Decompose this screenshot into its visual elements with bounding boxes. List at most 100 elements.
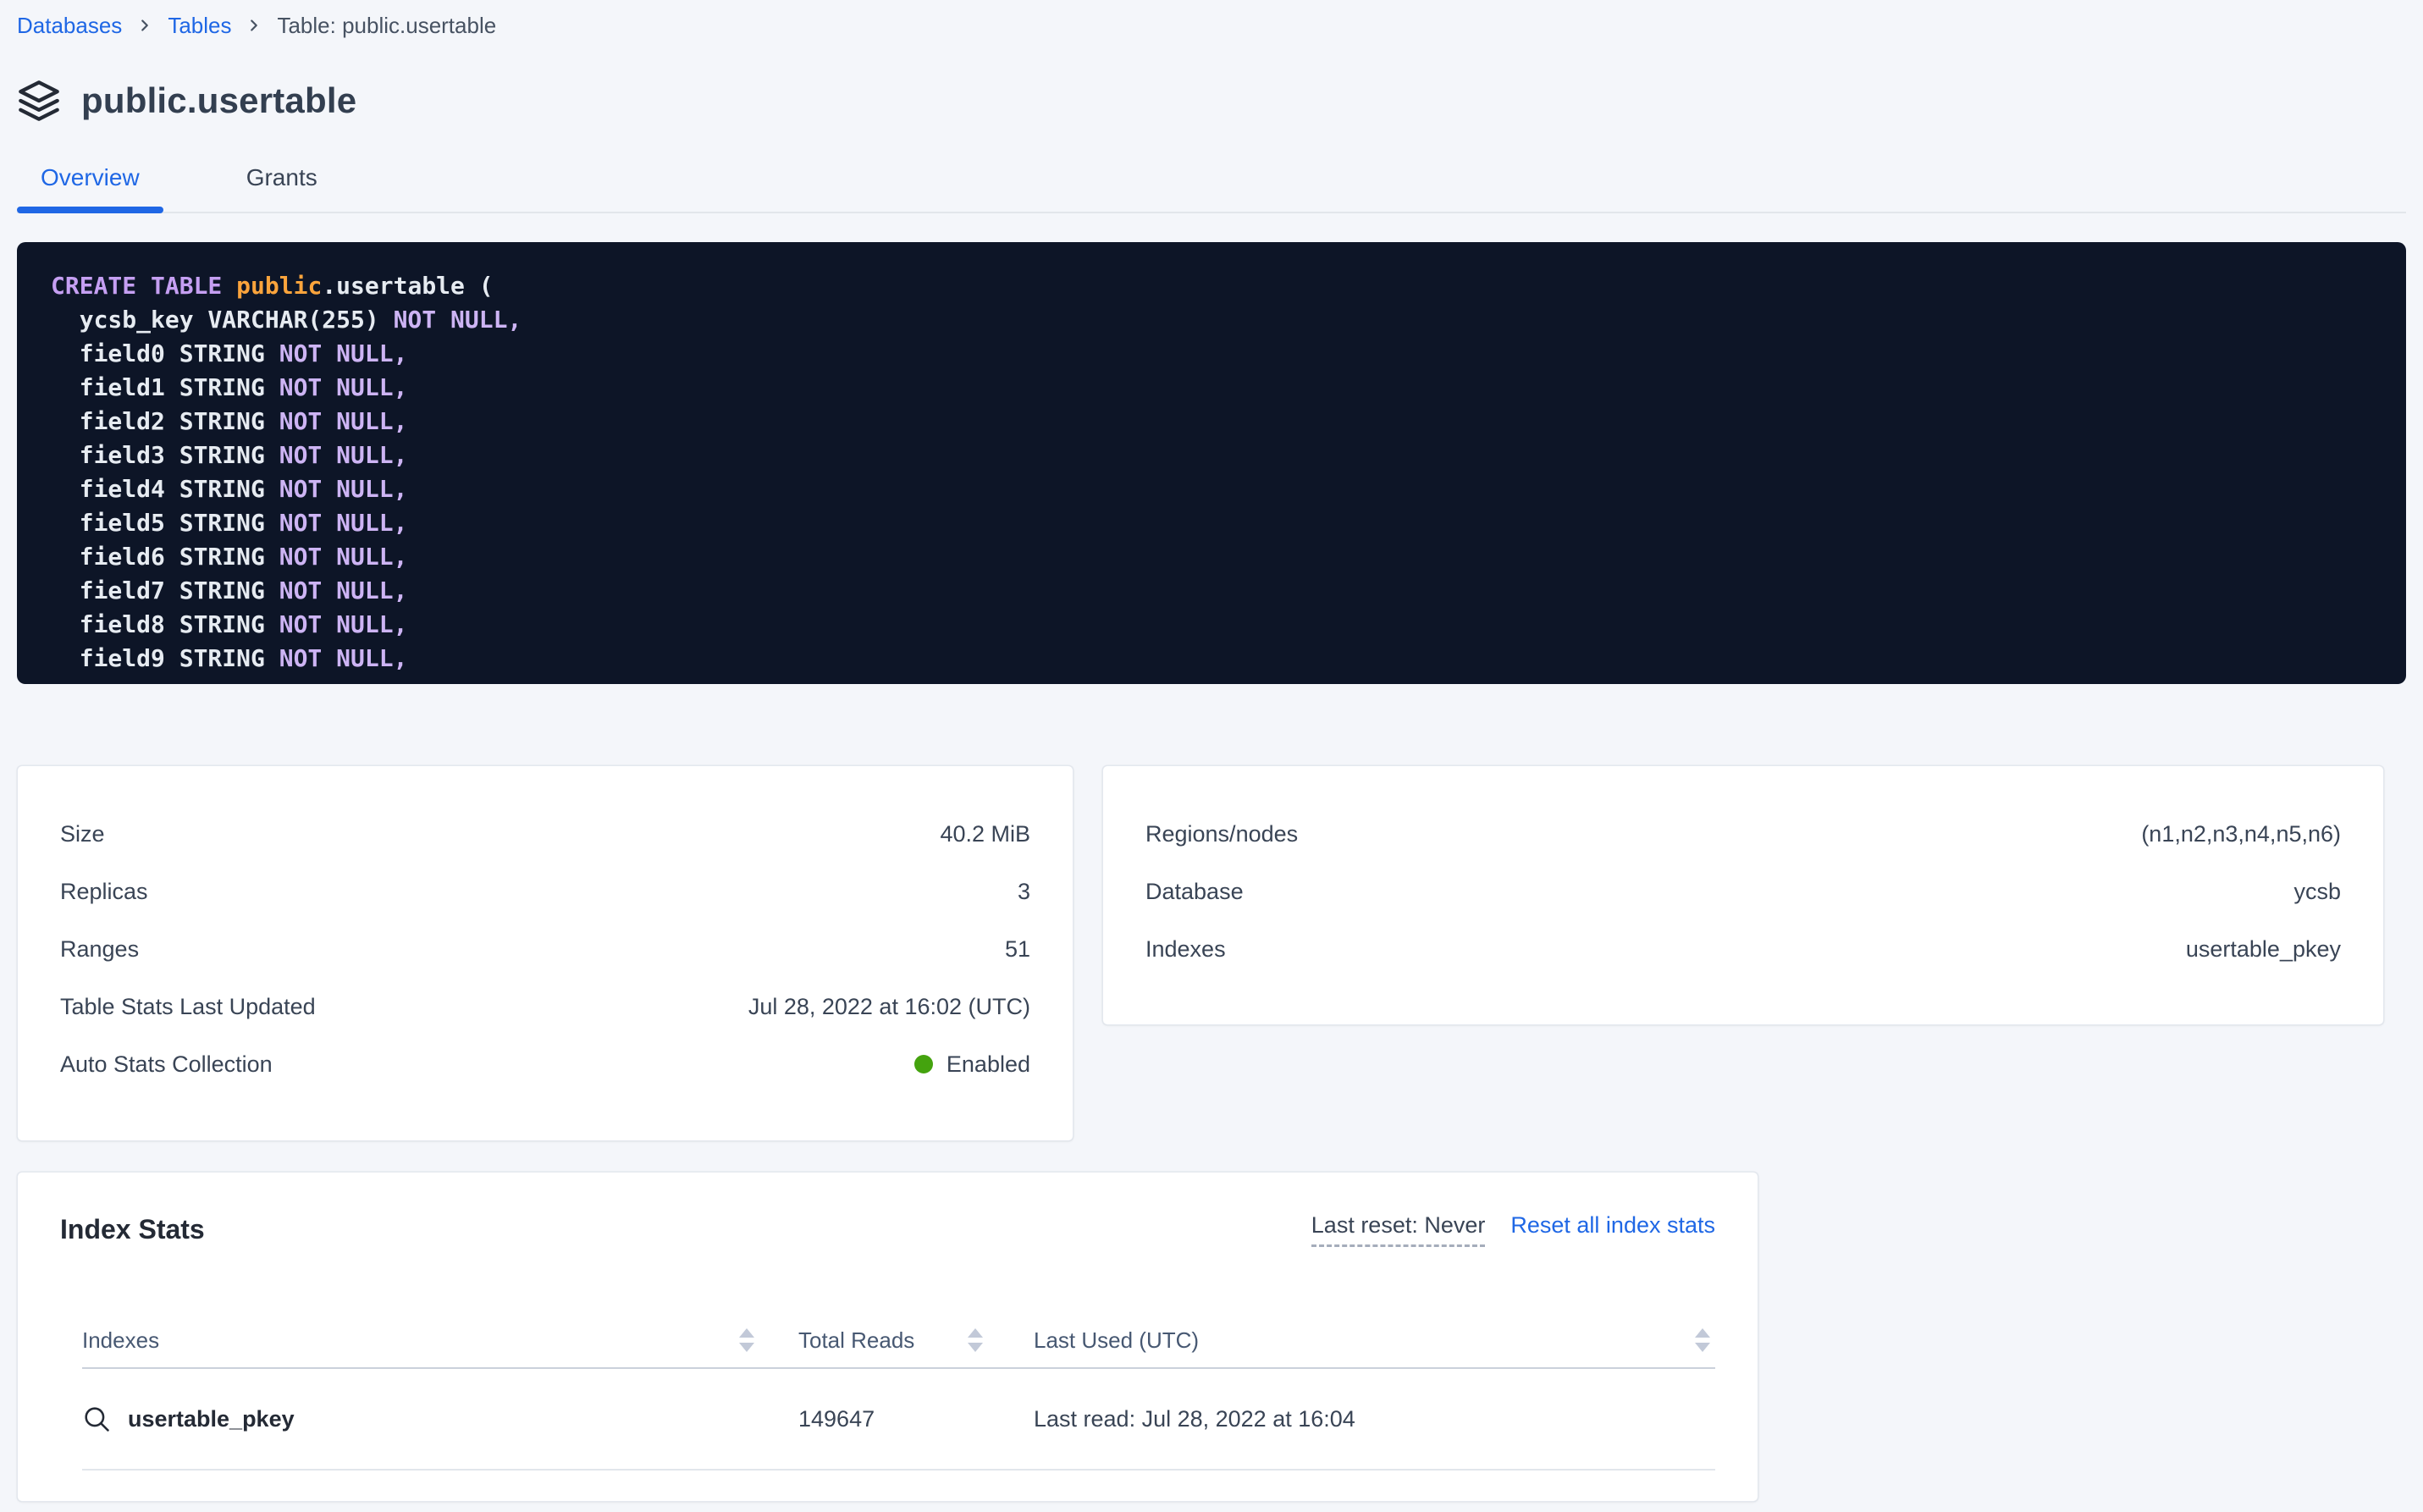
sql-token-plain: ycsb_key VARCHAR(255) bbox=[51, 306, 394, 334]
last-reset-label[interactable]: Last reset: Never bbox=[1311, 1212, 1486, 1247]
index-stats-table-body: usertable_pkey 149647 Last read: Jul 28, 2… bbox=[82, 1369, 1715, 1471]
table-metadata-card: Regions/nodes (n1,n2,n3,n4,n5,n6) Database… bbox=[1102, 765, 2384, 1025]
sql-token-plain: field3 STRING bbox=[51, 441, 279, 469]
index-name-cell: usertable_pkey bbox=[82, 1404, 759, 1433]
detail-value-text: usertable_pkey bbox=[2186, 936, 2341, 963]
sort-arrows-icon[interactable] bbox=[1695, 1328, 1710, 1352]
detail-value-text: ycsb bbox=[2293, 879, 2341, 905]
sql-token-kw2: NOT NULL, bbox=[394, 306, 522, 334]
detail-label: Size bbox=[60, 821, 105, 847]
detail-row-regions-nodes: Regions/nodes (n1,n2,n3,n4,n5,n6) bbox=[1145, 805, 2341, 863]
breadcrumb-chevron-icon bbox=[135, 16, 154, 35]
details-cards-row: Size 40.2 MiB Replicas3 Ranges 51 Table Stats… bbox=[17, 765, 2406, 1141]
detail-row-replicas: Replicas3 bbox=[60, 863, 1030, 920]
detail-value-text: 40.2 MiB bbox=[940, 821, 1030, 847]
index-stats-table: Indexes Total Reads Last Used (UTC) userta… bbox=[60, 1313, 1715, 1471]
detail-row-size: Size 40.2 MiB bbox=[60, 805, 1030, 863]
table-layers-icon bbox=[17, 79, 61, 123]
tab-label: Grants bbox=[246, 164, 317, 190]
sql-token-kw2: NOT NULL, bbox=[279, 407, 408, 435]
detail-value: ycsb bbox=[2293, 879, 2341, 905]
detail-row-database: Database ycsb bbox=[1145, 863, 2341, 920]
create-table-statement-block: CREATE TABLE public.usertable ( ycsb_key… bbox=[17, 242, 2406, 684]
index-stats-title: Index Stats bbox=[60, 1212, 205, 1246]
detail-label: Ranges bbox=[60, 936, 139, 963]
column-header-indexes[interactable]: Indexes bbox=[82, 1327, 759, 1354]
sort-asc-icon bbox=[968, 1328, 983, 1338]
detail-value: 40.2 MiB bbox=[940, 821, 1030, 847]
detail-label: Table Stats Last Updated bbox=[60, 994, 316, 1020]
index-name: usertable_pkey bbox=[128, 1406, 295, 1432]
last-used-value: Last read: Jul 28, 2022 at 16:04 bbox=[1034, 1406, 1355, 1432]
sql-token-plain: field5 STRING bbox=[51, 509, 279, 537]
sql-token-kw2: NOT NULL, bbox=[279, 610, 408, 638]
active-tab-underline bbox=[17, 207, 163, 213]
breadcrumb-link-databases[interactable]: Databases bbox=[17, 12, 122, 39]
sort-arrows-icon[interactable] bbox=[739, 1328, 754, 1352]
table-details-card: Size 40.2 MiB Replicas3 Ranges 51 Table Stats… bbox=[17, 765, 1074, 1141]
sql-token-kw2: NOT NULL, bbox=[279, 577, 408, 604]
breadcrumb-link-tables[interactable]: Tables bbox=[168, 12, 231, 39]
sort-arrows-icon[interactable] bbox=[968, 1328, 983, 1352]
column-header-total-reads[interactable]: Total Reads bbox=[759, 1327, 988, 1354]
sql-line: field3 STRING NOT NULL, bbox=[51, 439, 2372, 472]
tab-bar: Overview Grants bbox=[17, 164, 2406, 213]
detail-row-auto-stats-collection: Auto Stats Collection Enabled bbox=[60, 1035, 1030, 1093]
detail-row-table-stats-last-updated: Table Stats Last Updated Jul 28, 2022 at … bbox=[60, 978, 1030, 1035]
total-reads-cell: 149647 bbox=[759, 1406, 988, 1432]
last-used-cell: Last read: Jul 28, 2022 at 16:04 bbox=[988, 1406, 1715, 1432]
detail-value: 3 bbox=[1018, 879, 1030, 905]
sort-desc-icon bbox=[968, 1343, 983, 1352]
detail-value: Jul 28, 2022 at 16:02 (UTC) bbox=[748, 994, 1030, 1020]
sql-token-plain: field1 STRING bbox=[51, 373, 279, 401]
sql-token-plain: field4 STRING bbox=[51, 475, 279, 503]
detail-value: (n1,n2,n3,n4,n5,n6) bbox=[2141, 821, 2341, 847]
sql-line: field1 STRING NOT NULL, bbox=[51, 371, 2372, 405]
detail-value-text: 51 bbox=[1005, 936, 1030, 963]
sort-desc-icon bbox=[739, 1343, 754, 1352]
sql-line: field0 STRING NOT NULL, bbox=[51, 337, 2372, 371]
column-header-label: Last Used (UTC) bbox=[1034, 1327, 1199, 1354]
sql-line: field4 STRING NOT NULL, bbox=[51, 472, 2372, 506]
detail-label: Regions/nodes bbox=[1145, 821, 1298, 847]
sql-token-kw2: NOT NULL, bbox=[279, 509, 408, 537]
sort-desc-icon bbox=[1695, 1343, 1710, 1352]
total-reads-value: 149647 bbox=[798, 1406, 875, 1432]
tab-overview[interactable]: Overview bbox=[17, 164, 163, 212]
detail-value-text: Jul 28, 2022 at 16:02 (UTC) bbox=[748, 994, 1030, 1020]
index-stats-table-header: Indexes Total Reads Last Used (UTC) bbox=[82, 1313, 1715, 1369]
sql-token-kw2: NOT NULL, bbox=[279, 339, 408, 367]
tab-label: Overview bbox=[41, 164, 140, 190]
sql-token-plain: field7 STRING bbox=[51, 577, 279, 604]
detail-value: usertable_pkey bbox=[2186, 936, 2341, 963]
sql-token-kw2: NOT NULL, bbox=[279, 373, 408, 401]
sql-token-kw: CREATE TABLE bbox=[51, 272, 236, 300]
column-header-label: Total Reads bbox=[798, 1327, 914, 1354]
column-header-last-used-utc[interactable]: Last Used (UTC) bbox=[988, 1327, 1715, 1354]
detail-value-text: Enabled bbox=[947, 1051, 1030, 1078]
index-stats-controls: Last reset: Never Reset all index stats bbox=[1311, 1212, 1715, 1247]
sql-token-kw2: NOT NULL, bbox=[279, 644, 408, 672]
sql-token-plain: field9 STRING bbox=[51, 644, 279, 672]
index-stats-card: Index Stats Last reset: Never Reset all … bbox=[17, 1172, 1758, 1502]
column-header-label: Indexes bbox=[82, 1327, 159, 1354]
sql-token-plain: .usertable ( bbox=[322, 272, 493, 300]
detail-row-ranges: Ranges 51 bbox=[60, 920, 1030, 978]
sql-token-kw2: NOT NULL, bbox=[279, 475, 408, 503]
tab-grants[interactable]: Grants bbox=[223, 164, 341, 212]
detail-label: Database bbox=[1145, 879, 1244, 905]
sql-line: CREATE TABLE public.usertable ( bbox=[51, 269, 2372, 303]
reset-all-index-stats-link[interactable]: Reset all index stats bbox=[1510, 1212, 1715, 1239]
page-title: public.usertable bbox=[81, 77, 356, 124]
detail-value-text: (n1,n2,n3,n4,n5,n6) bbox=[2141, 821, 2341, 847]
sql-token-plain: field2 STRING bbox=[51, 407, 279, 435]
index-stats-header: Index Stats Last reset: Never Reset all … bbox=[60, 1211, 1715, 1247]
detail-label: Auto Stats Collection bbox=[60, 1051, 273, 1078]
breadcrumb-chevron-icon bbox=[245, 16, 263, 35]
index-stats-row: usertable_pkey 149647 Last read: Jul 28, 2… bbox=[82, 1369, 1715, 1471]
page-header: public.usertable bbox=[17, 76, 2406, 125]
breadcrumb-current: Table: public.usertable bbox=[277, 12, 496, 39]
sql-token-plain: field0 STRING bbox=[51, 339, 279, 367]
status-enabled-dot-icon bbox=[914, 1055, 933, 1073]
sql-line: field7 STRING NOT NULL, bbox=[51, 574, 2372, 608]
